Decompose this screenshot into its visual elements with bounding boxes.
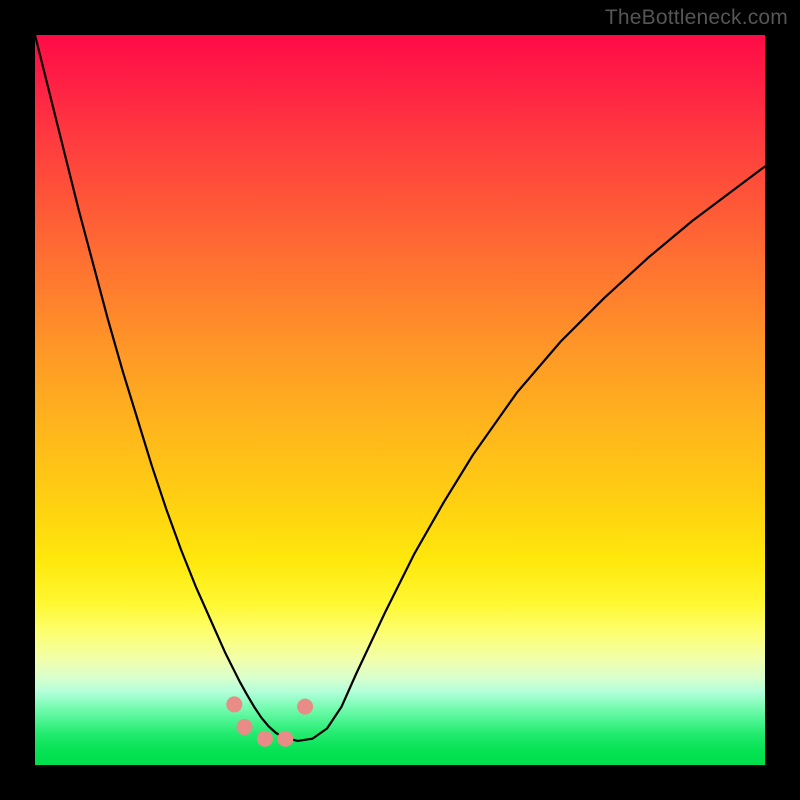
markers-layer (35, 35, 765, 765)
data-marker (297, 699, 313, 715)
plot-area (35, 35, 765, 765)
data-marker (277, 731, 293, 747)
data-marker (226, 696, 242, 712)
data-marker (237, 719, 253, 735)
watermark-text: TheBottleneck.com (605, 6, 788, 30)
data-marker (257, 731, 273, 747)
chart-frame: TheBottleneck.com (0, 0, 800, 800)
